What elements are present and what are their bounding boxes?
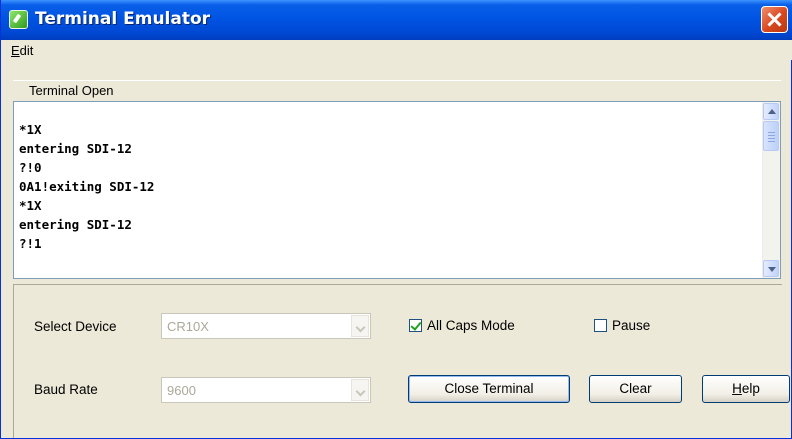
- window-title: Terminal Emulator: [35, 9, 211, 29]
- help-button[interactable]: Help: [702, 375, 790, 403]
- help-mnemonic: H: [732, 381, 742, 396]
- vertical-scrollbar[interactable]: [762, 102, 780, 278]
- terminal-line: ?!0: [19, 160, 42, 175]
- scroll-down-button[interactable]: [763, 260, 779, 277]
- arrow-down-icon: [768, 267, 776, 272]
- terminal-emulator-window: Terminal Emulator Edit Terminal Open *1X…: [0, 0, 792, 439]
- close-window-button[interactable]: [761, 6, 788, 33]
- menu-bar: Edit: [1, 40, 792, 60]
- menu-edit[interactable]: Edit: [11, 43, 33, 58]
- clear-button[interactable]: Clear: [589, 375, 682, 403]
- pause-checkbox[interactable]: [594, 319, 607, 332]
- scroll-up-button[interactable]: [763, 103, 779, 120]
- select-device-dropdown[interactable]: CR10X: [161, 313, 371, 339]
- chevron-down-icon[interactable]: [351, 379, 369, 401]
- terminal-lines: *1X entering SDI-12 ?!0 0A1!exiting SDI-…: [19, 120, 154, 253]
- menu-edit-mnemonic: E: [11, 43, 20, 58]
- grip-icon: [768, 135, 775, 136]
- controls-panel: Select Device CR10X Baud Rate 9600 All C…: [13, 284, 790, 438]
- scrollbar-thumb[interactable]: [763, 121, 779, 151]
- select-device-label: Select Device: [34, 319, 117, 334]
- all-caps-checkbox[interactable]: [409, 319, 422, 332]
- chevron-down-icon[interactable]: [351, 315, 369, 337]
- terminal-line: *1X: [19, 198, 42, 213]
- all-caps-label[interactable]: All Caps Mode: [427, 318, 515, 333]
- terminal-line: 0A1!exiting SDI-12: [19, 179, 155, 194]
- grip-icon: [768, 141, 775, 142]
- arrow-up-icon: [768, 109, 776, 114]
- baud-rate-label: Baud Rate: [34, 382, 98, 397]
- grip-icon: [768, 138, 775, 139]
- terminal-status-bar: Terminal Open: [13, 80, 781, 102]
- terminal-line: *1X: [19, 122, 42, 137]
- terminal-line: entering SDI-12: [19, 141, 132, 156]
- title-bar[interactable]: Terminal Emulator: [1, 0, 792, 40]
- checkmark-icon: [410, 319, 422, 331]
- baud-rate-dropdown[interactable]: 9600: [161, 377, 371, 403]
- help-rest: elp: [741, 381, 760, 396]
- app-icon: [9, 10, 28, 29]
- terminal-status-text: Terminal Open: [29, 83, 114, 98]
- close-terminal-button[interactable]: Close Terminal: [408, 375, 570, 403]
- pause-label[interactable]: Pause: [612, 318, 650, 333]
- menu-edit-rest: dit: [19, 43, 34, 58]
- terminal-line: entering SDI-12: [19, 217, 132, 232]
- select-device-value: CR10X: [167, 319, 209, 334]
- terminal-line: ?!1: [19, 236, 42, 251]
- terminal-output[interactable]: *1X entering SDI-12 ?!0 0A1!exiting SDI-…: [13, 101, 781, 279]
- grip-icon: [768, 132, 775, 133]
- baud-rate-value: 9600: [167, 383, 196, 398]
